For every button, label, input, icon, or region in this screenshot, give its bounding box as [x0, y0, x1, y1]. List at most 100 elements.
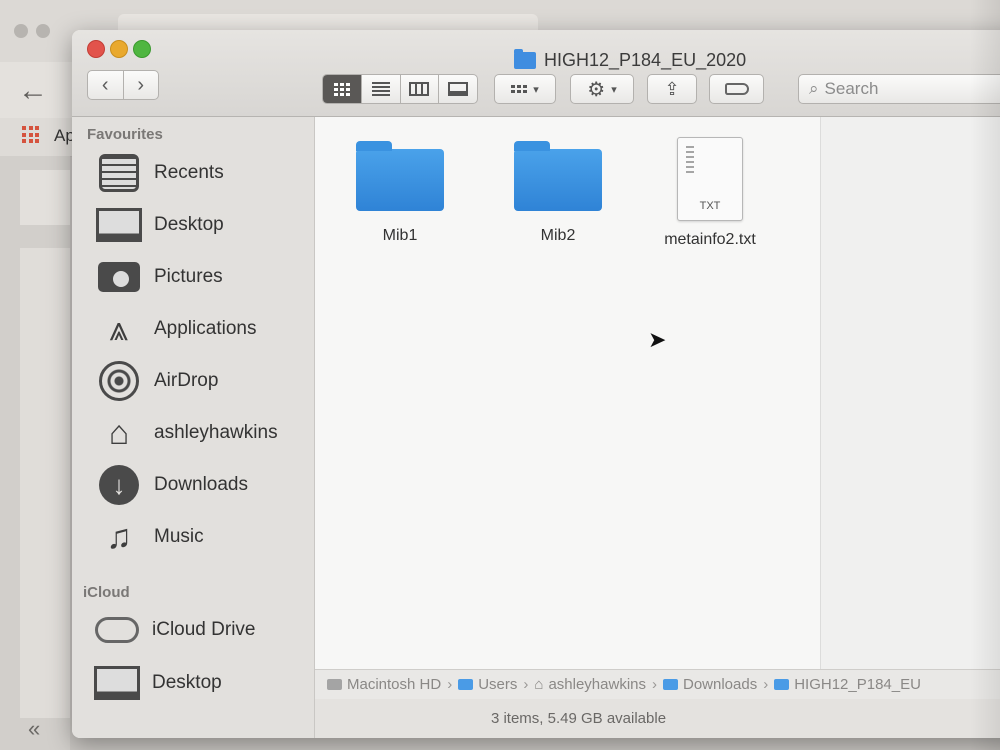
browser-panel	[20, 248, 70, 718]
sidebar-item-label: Recents	[154, 162, 224, 183]
list-view-icon	[371, 82, 390, 96]
minimize-button[interactable]	[110, 40, 128, 58]
browser-close-button[interactable]	[14, 24, 28, 38]
download-icon: ↓	[96, 463, 142, 507]
applications-icon: ⩓	[109, 309, 129, 348]
folder-icon	[514, 141, 602, 211]
window-title: HIGH12_P184_EU_2020	[514, 49, 747, 71]
chevron-down-icon: ▾	[533, 83, 539, 96]
tag-button[interactable]	[709, 74, 764, 104]
file-browser-area[interactable]: Mib1 Mib2 TXT metainfo2.txt ➤	[315, 117, 820, 669]
icon-view-icon	[333, 82, 350, 96]
camera-icon	[96, 255, 142, 299]
recents-icon	[96, 151, 142, 195]
sidebar-item-label: Music	[154, 526, 204, 547]
sidebar-item-label: AirDrop	[154, 370, 219, 391]
share-icon: ⇪	[664, 78, 680, 99]
favourites-header: Favourites	[87, 126, 163, 143]
chevron-right-icon: ›	[447, 676, 453, 693]
sidebar-item-pictures[interactable]: Pictures	[96, 255, 311, 299]
path-item-home[interactable]: ⌂ ashleyhawkins	[534, 676, 646, 693]
path-label: ashleyhawkins	[548, 676, 646, 693]
icon-view-button[interactable]	[323, 75, 361, 103]
sidebar-item-label: iCloud Drive	[152, 619, 256, 640]
chevron-left-icon: ‹	[101, 74, 109, 96]
folder-icon	[663, 679, 678, 690]
sidebar-item-label: Desktop	[154, 214, 224, 235]
sidebar-item-label: ashleyhawkins	[154, 422, 278, 443]
arrow-left-icon[interactable]: ←	[18, 74, 48, 108]
zoom-button[interactable]	[133, 40, 151, 58]
path-item-downloads[interactable]: Downloads	[663, 676, 757, 693]
path-item-macintosh-hd[interactable]: Macintosh HD	[327, 676, 441, 693]
text-document-icon: TXT	[677, 137, 743, 221]
gallery-view-button[interactable]	[438, 75, 477, 103]
path-item-current-folder[interactable]: HIGH12_P184_EU	[774, 676, 921, 693]
tag-icon	[724, 83, 749, 95]
chevron-right-icon: ›	[652, 676, 657, 693]
gallery-view-icon	[448, 82, 469, 96]
file-name: metainfo2.txt	[664, 231, 756, 248]
file-item-metainfo2[interactable]: TXT metainfo2.txt	[645, 137, 775, 249]
back-forward-control: ‹ ›	[87, 70, 159, 100]
chevron-right-icon: ›	[523, 676, 529, 693]
path-label: Macintosh HD	[347, 676, 442, 693]
sidebar-item-recents[interactable]: Recents	[96, 151, 311, 195]
share-button[interactable]: ⇪	[647, 74, 697, 104]
home-icon: ⌂	[534, 676, 544, 693]
browser-minimize-button[interactable]	[36, 24, 50, 38]
back-button[interactable]: ‹	[88, 71, 123, 99]
path-label: Downloads	[683, 676, 758, 693]
home-icon: ⌂	[108, 413, 130, 452]
cloud-icon	[94, 608, 140, 652]
gear-icon: ⚙	[587, 78, 606, 101]
folder-icon	[774, 679, 790, 690]
file-extension: TXT	[699, 200, 721, 212]
desktop-icon	[96, 203, 142, 247]
airdrop-icon	[96, 359, 142, 403]
path-item-users[interactable]: Users	[458, 676, 517, 693]
apps-grid-icon[interactable]	[22, 126, 40, 144]
sidebar-item-applications[interactable]: ⩓ Applications	[96, 307, 311, 351]
sidebar-item-label: Desktop	[152, 672, 222, 693]
sidebar-item-downloads[interactable]: ↓ Downloads	[96, 463, 311, 507]
sidebar-item-desktop[interactable]: Desktop	[96, 203, 311, 247]
close-button[interactable]	[87, 40, 105, 58]
mouse-cursor-icon: ➤	[648, 327, 667, 352]
column-view-button[interactable]	[399, 75, 439, 103]
desktop-icon	[94, 661, 140, 705]
sidebar-item-label: Applications	[154, 318, 257, 339]
chevron-right-icon: ›	[763, 676, 769, 693]
status-text: 3 items, 5.49 GB available	[490, 710, 667, 727]
sidebar-item-icloud-drive[interactable]: iCloud Drive	[94, 608, 309, 652]
finder-titlebar: HIGH12_P184_EU_2020 ‹ › ▾ ⚙ ▾ ⇪ ⌕ Search	[72, 30, 1000, 117]
sidebar-item-music[interactable]: ♫ Music	[96, 515, 311, 559]
sidebar-item-label: Downloads	[154, 474, 248, 495]
folder-icon	[514, 49, 536, 69]
file-name: Mib1	[382, 227, 418, 244]
window-title-text: HIGH12_P184_EU_2020	[544, 50, 747, 70]
sidebar-item-home[interactable]: ⌂ ashleyhawkins	[96, 411, 311, 455]
status-bar: 3 items, 5.49 GB available	[315, 699, 1000, 738]
finder-window: HIGH12_P184_EU_2020 ‹ › ▾ ⚙ ▾ ⇪ ⌕ Search…	[72, 30, 1000, 738]
folder-icon	[356, 141, 444, 211]
file-item-mib2[interactable]: Mib2	[493, 137, 623, 245]
action-button[interactable]: ⚙ ▾	[570, 74, 634, 104]
sidebar-item-airdrop[interactable]: AirDrop	[96, 359, 311, 403]
path-label: Users	[478, 676, 518, 693]
view-mode-control	[322, 74, 478, 104]
arrange-button[interactable]: ▾	[494, 74, 556, 104]
file-name: Mib2	[540, 227, 576, 244]
music-icon: ♫	[106, 517, 132, 556]
list-view-button[interactable]	[360, 75, 400, 103]
file-item-mib1[interactable]: Mib1	[335, 137, 465, 245]
icloud-header: iCloud	[83, 584, 130, 601]
chevron-right-icon: ›	[137, 74, 145, 96]
collapse-icon[interactable]: «	[28, 716, 40, 742]
search-placeholder: Search	[824, 79, 879, 98]
forward-button[interactable]: ›	[122, 71, 159, 99]
hard-disk-icon	[327, 679, 342, 690]
path-bar: Macintosh HD › Users › ⌂ ashleyhawkins › …	[315, 669, 1000, 699]
sidebar-item-label: Pictures	[154, 266, 223, 287]
sidebar-item-icloud-desktop[interactable]: Desktop	[94, 661, 309, 705]
